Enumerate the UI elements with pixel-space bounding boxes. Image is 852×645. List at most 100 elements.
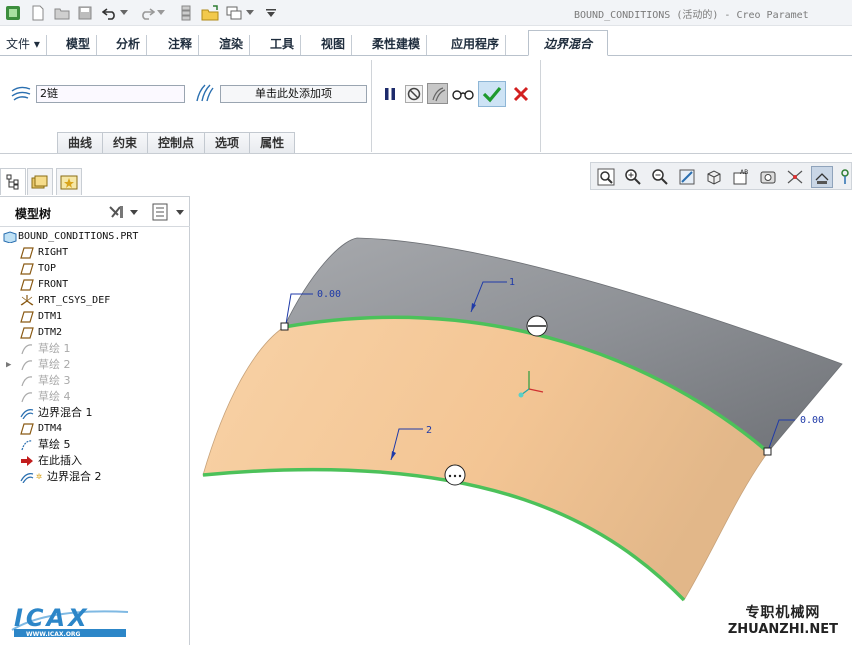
quick-access-toolbar: BOUND_CONDITIONS (活动的) - Creo Paramet (0, 0, 852, 26)
redo-dropdown-icon[interactable] (156, 3, 166, 23)
tree-item-sketch3[interactable]: 草绘 3 (0, 373, 188, 389)
redo-icon[interactable] (137, 3, 157, 23)
tab-view[interactable]: 视图 (315, 35, 353, 55)
subtab-constraints[interactable]: 约束 (102, 132, 149, 153)
working-directory-icon[interactable] (200, 3, 220, 23)
csys-display-icon[interactable] (838, 166, 852, 188)
dashboard-subtabs: 曲线 约束 控制点 选项 属性 (57, 132, 296, 153)
ribbon-tab-bar: 文件 ▾ 模型 分析 注释 渲染 工具 视图 柔性建模 应用程序 边界混合 (0, 30, 852, 56)
tab-analysis[interactable]: 分析 (110, 35, 148, 55)
tab-tools[interactable]: 工具 (264, 35, 302, 55)
apply-check-icon[interactable] (478, 81, 506, 107)
tab-flexible-modeling[interactable]: 柔性建模 (366, 35, 428, 55)
datum-plane-icon (20, 263, 34, 275)
tree-item-insert-here[interactable]: 在此插入 (0, 453, 188, 469)
chain-start-handle[interactable] (280, 322, 289, 331)
tree-item-front[interactable]: FRONT (0, 277, 188, 293)
sketch-icon (21, 344, 33, 355)
boundary-blend-icon (20, 473, 34, 483)
tree-item-dtm1[interactable]: DTM1 (0, 309, 188, 325)
zoom-in-icon[interactable] (622, 166, 644, 188)
subtab-options[interactable]: 选项 (204, 132, 251, 153)
tree-item-dtm4[interactable]: DTM4 (0, 421, 188, 437)
datum-plane-icon (20, 327, 34, 339)
watermark-en: ZHUANZHI.NET (727, 622, 838, 637)
second-direction-collector[interactable]: 单击此处添加项 (220, 85, 367, 103)
tree-item-sketch5[interactable]: 草绘 5 (0, 437, 188, 453)
refit-icon[interactable] (595, 166, 617, 188)
model-viewport[interactable]: 1 2 0.00 0.00 (191, 196, 852, 645)
part-icon (3, 231, 17, 243)
datum-display-filters-icon[interactable] (811, 166, 833, 188)
chain-end-handle[interactable] (763, 447, 772, 456)
undo-icon[interactable] (100, 3, 120, 23)
tree-item-sketch1[interactable]: 草绘 1 (0, 341, 188, 357)
param-left-label: 0.00 (317, 289, 341, 300)
datum-plane-icon (20, 423, 34, 435)
csys-icon (20, 295, 34, 306)
display-style-icon[interactable] (703, 166, 725, 188)
model-tree-header: 模型树 (0, 197, 190, 227)
tab-applications[interactable]: 应用程序 (445, 35, 507, 55)
perspective-view-icon[interactable] (784, 166, 806, 188)
tab-file[interactable]: 文件 ▾ (0, 35, 47, 55)
subtab-control-points[interactable]: 控制点 (147, 132, 206, 153)
open-folder-icon[interactable] (52, 3, 72, 23)
tree-item-prt-csys-def[interactable]: PRT_CSYS_DEF (0, 293, 188, 309)
model-tree-panel: 模型树 BOUND_CONDITIONS.PRT RIGHT TOP FRONT… (0, 196, 190, 645)
expand-arrow-icon[interactable]: ▶ (6, 357, 11, 373)
tree-item-sketch2[interactable]: ▶ 草绘 2 (0, 357, 188, 373)
pause-icon[interactable] (380, 84, 400, 104)
icax-logo: ICAX WWW.ICAX.ORG (8, 598, 133, 640)
tree-item-boundary-blend1[interactable]: 边界混合 1 (0, 405, 188, 421)
regenerate-icon[interactable] (176, 3, 196, 23)
creo-app-icon[interactable] (3, 3, 23, 23)
subtab-curves[interactable]: 曲线 (57, 132, 104, 153)
view-manager-icon[interactable] (757, 166, 779, 188)
datum-plane-icon (20, 279, 34, 291)
datum-plane-icon (20, 311, 34, 323)
sketch-icon (21, 392, 33, 403)
boundary-blend-dashboard: 2链 单击此处添加项 曲线 约束 控制点 选项 属性 (0, 56, 852, 154)
sketch-icon (21, 360, 33, 371)
subtab-properties[interactable]: 属性 (249, 132, 296, 153)
second-direction-curves-icon[interactable] (192, 82, 216, 104)
windows-icon[interactable] (224, 3, 244, 23)
constraint-handle-2[interactable] (444, 464, 466, 486)
show-menu-icon[interactable] (152, 203, 186, 224)
no-preview-icon[interactable] (404, 84, 424, 104)
tree-settings-icon[interactable] (108, 203, 138, 224)
dashboard-separator (371, 60, 372, 152)
repaint-icon[interactable] (676, 166, 698, 188)
tree-item-boundary-blend2[interactable]: ✲ 边界混合 2 (0, 469, 188, 485)
logo-text: ICAX (14, 604, 90, 632)
tab-boundary-blend[interactable]: 边界混合 (528, 30, 608, 56)
cancel-x-icon[interactable] (510, 83, 532, 105)
zoom-out-icon[interactable] (649, 166, 671, 188)
saved-orientations-icon[interactable]: AB (730, 166, 752, 188)
tree-item-dtm2[interactable]: DTM2 (0, 325, 188, 341)
undo-dropdown-icon[interactable] (119, 3, 129, 23)
tab-render[interactable]: 渲染 (213, 35, 251, 55)
tree-item-sketch4[interactable]: 草绘 4 (0, 389, 188, 405)
first-direction-collector[interactable]: 2链 (36, 85, 185, 103)
constraint-handle-1[interactable] (526, 315, 548, 337)
favorites-tab-icon[interactable] (56, 168, 82, 195)
graphics-window[interactable]: 1 2 0.00 0.00 专职机械网 ZHUANZHI.NET (191, 196, 852, 645)
geometry-preview-icon[interactable] (427, 83, 448, 104)
new-feature-star-icon: ✲ (36, 471, 43, 482)
tab-model[interactable]: 模型 (60, 35, 98, 55)
tab-annotate[interactable]: 注释 (162, 35, 200, 55)
folder-browser-tab-icon[interactable] (27, 168, 53, 195)
tree-item-right[interactable]: RIGHT (0, 245, 188, 261)
svg-text:AB: AB (740, 169, 748, 176)
verify-mode-glasses-icon[interactable] (450, 84, 476, 104)
windows-dropdown-icon[interactable] (245, 3, 255, 23)
tree-item-root-part[interactable]: BOUND_CONDITIONS.PRT (0, 229, 188, 245)
tree-item-top[interactable]: TOP (0, 261, 188, 277)
first-direction-curves-icon[interactable] (10, 82, 32, 104)
model-tree-tab-icon[interactable] (0, 168, 26, 195)
customize-toolbar-icon[interactable] (264, 3, 278, 23)
new-file-icon[interactable] (28, 3, 48, 23)
save-icon[interactable] (75, 3, 95, 23)
